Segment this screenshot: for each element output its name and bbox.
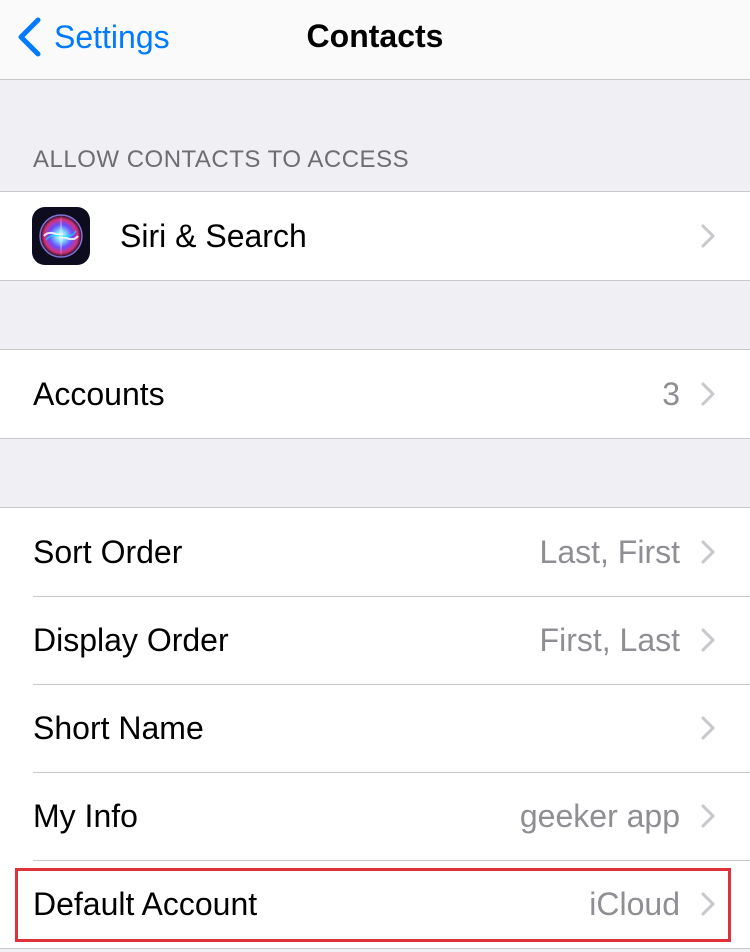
row-my-info[interactable]: My Info geeker app	[0, 772, 750, 860]
row-label: Sort Order	[33, 533, 183, 570]
group-display-settings: Sort Order Last, First Display Order Fir…	[0, 507, 750, 949]
row-value: First, Last	[539, 621, 680, 658]
row-value: iCloud	[589, 885, 680, 922]
row-siri-search[interactable]: Siri & Search	[0, 192, 750, 280]
row-display-order[interactable]: Display Order First, Last	[0, 596, 750, 684]
siri-icon	[32, 207, 90, 265]
row-default-account[interactable]: Default Account iCloud	[0, 860, 750, 948]
row-sort-order[interactable]: Sort Order Last, First	[0, 508, 750, 596]
row-short-name[interactable]: Short Name	[0, 684, 750, 772]
chevron-right-icon	[701, 892, 715, 916]
chevron-right-icon	[701, 716, 715, 740]
section-header-allow-access: ALLOW CONTACTS TO ACCESS	[33, 146, 410, 173]
row-value: geeker app	[519, 797, 680, 834]
chevron-right-icon	[701, 224, 715, 248]
row-label: Accounts	[33, 375, 165, 412]
row-label: Display Order	[33, 621, 229, 658]
row-value: Last, First	[539, 533, 680, 570]
row-label: Short Name	[33, 709, 204, 746]
accounts-count: 3	[662, 375, 680, 412]
chevron-right-icon	[701, 382, 715, 406]
group-allow-access: Siri & Search	[0, 191, 750, 281]
group-accounts: Accounts 3	[0, 349, 750, 439]
chevron-right-icon	[701, 804, 715, 828]
row-accounts[interactable]: Accounts 3	[0, 350, 750, 438]
row-label: Siri & Search	[120, 217, 307, 254]
chevron-right-icon	[701, 628, 715, 652]
row-label: My Info	[33, 797, 138, 834]
page-title: Contacts	[306, 18, 444, 54]
navigation-bar: Settings Contacts	[0, 0, 750, 80]
chevron-right-icon	[701, 540, 715, 564]
row-label: Default Account	[33, 885, 258, 922]
